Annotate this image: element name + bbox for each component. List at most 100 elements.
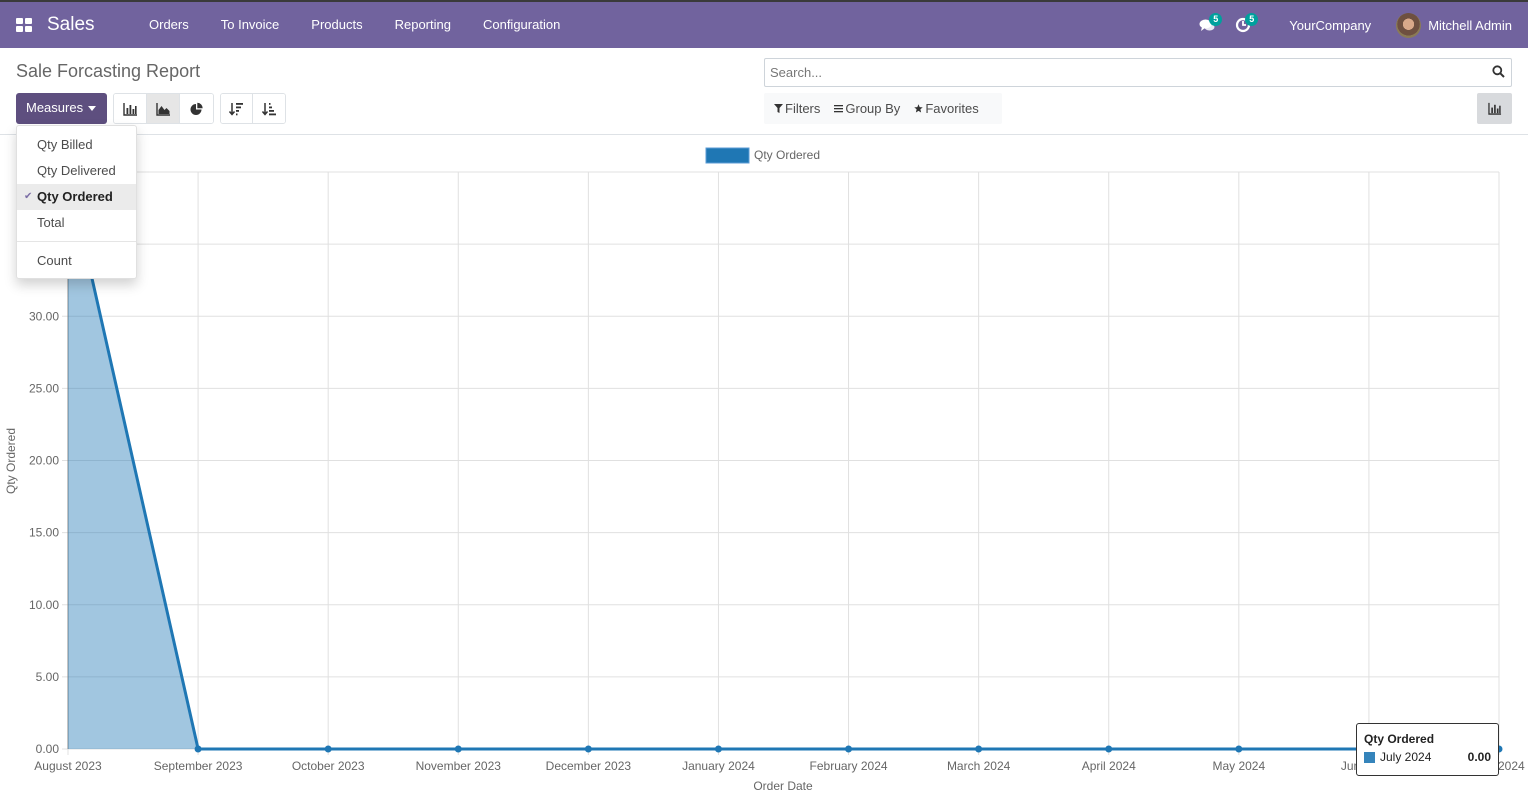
- measure-total[interactable]: Total: [17, 210, 136, 236]
- search-input[interactable]: [765, 59, 1465, 86]
- measures-dropdown: Qty Billed Qty Delivered ✔ Qty Ordered To…: [16, 125, 137, 279]
- sort-ascending-icon: [261, 102, 276, 116]
- search-icon[interactable]: [1492, 65, 1505, 78]
- search-options-bar: Filters Group By Favorites: [764, 93, 1002, 124]
- data-point: [454, 745, 462, 753]
- activities-button[interactable]: 5: [1225, 2, 1261, 48]
- list-icon: [834, 105, 844, 113]
- avatar: [1396, 12, 1422, 38]
- data-point: [324, 745, 332, 753]
- measure-qty-ordered[interactable]: ✔ Qty Ordered: [17, 184, 136, 210]
- caret-down-icon: [88, 106, 97, 112]
- legend-label: Qty Ordered: [754, 148, 820, 162]
- pie-chart-icon: [190, 102, 203, 115]
- y-tick-label: 20.00: [29, 454, 59, 468]
- user-menu[interactable]: Mitchell Admin: [1396, 12, 1512, 38]
- filters-label: Filters: [785, 101, 821, 116]
- menu-to-invoice[interactable]: To Invoice: [205, 2, 296, 48]
- tooltip-label: July 2024: [1380, 750, 1432, 764]
- checkmark-icon: ✔: [24, 191, 33, 202]
- tooltip-value: 0.00: [1467, 750, 1491, 764]
- measure-label: Qty Delivered: [37, 163, 116, 178]
- legend-swatch: [705, 147, 750, 164]
- x-tick-label: November 2023: [416, 759, 502, 773]
- x-tick-label: April 2024: [1082, 759, 1136, 773]
- line-chart: 0.00 5.00 10.00 15.00 20.00 25.00 30.00 August …: [4, 147, 1525, 793]
- tooltip-swatch: [1364, 751, 1375, 763]
- sort-descending-button[interactable]: [221, 94, 253, 123]
- bar-chart-icon: [122, 102, 137, 116]
- y-axis-title: Qty Ordered: [4, 428, 18, 494]
- x-tick-label: August 2023: [34, 759, 102, 773]
- y-tick-label: 15.00: [29, 526, 59, 540]
- y-tick-label: 30.00: [29, 309, 59, 323]
- chart-tooltip: Qty Ordered July 2024 0.00: [1356, 723, 1499, 776]
- x-tick-label: May 2024: [1212, 759, 1265, 773]
- search-box: [764, 58, 1512, 87]
- measure-label: Qty Ordered: [37, 189, 113, 204]
- data-point: [194, 745, 202, 753]
- measure-label: Total: [37, 215, 65, 230]
- systray: 5 5 YourCompany Mitchell Admin: [1189, 2, 1528, 48]
- data-point: [714, 745, 722, 753]
- favorites-button[interactable]: Favorites: [914, 101, 979, 116]
- tooltip-row: July 2024 0.00: [1364, 750, 1491, 764]
- x-tick-label: January 2024: [682, 759, 755, 773]
- dropdown-divider: [17, 241, 136, 242]
- x-axis-title: Order Date: [753, 779, 813, 793]
- x-tick-label: March 2024: [947, 759, 1011, 773]
- group-by-label: Group By: [845, 101, 901, 116]
- sort-ascending-button[interactable]: [253, 94, 285, 123]
- page-title: Sale Forcasting Report: [16, 61, 201, 81]
- data-point: [584, 745, 592, 753]
- data-point: [975, 745, 983, 753]
- data-point: [845, 745, 853, 753]
- x-tick-label: September 2023: [154, 759, 243, 773]
- line-chart-button[interactable]: [147, 94, 180, 123]
- area-chart-icon: [155, 102, 170, 116]
- filters-button[interactable]: Filters: [774, 101, 820, 116]
- data-point: [1105, 745, 1113, 753]
- graph-view-button[interactable]: [1477, 93, 1512, 124]
- control-panel: Sale Forcasting Report Measures Search..…: [0, 48, 1528, 135]
- sort-descending-icon: [229, 102, 243, 116]
- measures-button[interactable]: Measures: [16, 93, 107, 124]
- menu-configuration[interactable]: Configuration: [467, 2, 576, 48]
- star-icon: [914, 104, 924, 113]
- filter-icon: [774, 104, 783, 113]
- y-tick-label: 5.00: [36, 670, 60, 684]
- group-by-button[interactable]: Group By: [834, 101, 900, 116]
- x-tick-label: February 2024: [810, 759, 888, 773]
- app-brand[interactable]: Sales: [47, 14, 95, 36]
- main-menu: Orders To Invoice Products Reporting Con…: [133, 2, 576, 48]
- measure-label: Count: [37, 253, 72, 268]
- apps-grid-icon[interactable]: [16, 18, 32, 32]
- chart-type-group: [113, 93, 214, 124]
- graph-view: 0.00 5.00 10.00 15.00 20.00 25.00 30.00 August …: [0, 136, 1528, 802]
- menu-products[interactable]: Products: [295, 2, 378, 48]
- measures-label: Measures: [26, 100, 84, 115]
- pie-chart-button[interactable]: [180, 94, 213, 123]
- tooltip-title: Qty Ordered: [1364, 732, 1435, 746]
- measure-label: Qty Billed: [37, 137, 93, 152]
- menu-orders[interactable]: Orders: [133, 2, 205, 48]
- x-tick-label: December 2023: [546, 759, 632, 773]
- bar-chart-button[interactable]: [114, 94, 147, 123]
- favorites-label: Favorites: [925, 101, 979, 116]
- measure-qty-delivered[interactable]: Qty Delivered: [17, 158, 136, 184]
- bar-chart-icon: [1487, 102, 1501, 115]
- top-navbar: Sales Orders To Invoice Products Reporti…: [0, 0, 1528, 48]
- messages-button[interactable]: 5: [1189, 2, 1225, 48]
- activities-badge: 5: [1245, 13, 1259, 26]
- data-point: [1235, 745, 1243, 753]
- measure-count[interactable]: Count: [17, 248, 136, 274]
- messages-badge: 5: [1209, 13, 1223, 26]
- measure-qty-billed[interactable]: Qty Billed: [17, 132, 136, 158]
- x-tick-label: October 2023: [292, 759, 365, 773]
- y-tick-label: 10.00: [29, 598, 59, 612]
- menu-reporting[interactable]: Reporting: [379, 2, 467, 48]
- y-tick-label: 25.00: [29, 381, 59, 395]
- user-name: Mitchell Admin: [1428, 17, 1512, 33]
- company-switcher[interactable]: YourCompany: [1289, 18, 1371, 33]
- y-tick-label: 0.00: [36, 742, 60, 756]
